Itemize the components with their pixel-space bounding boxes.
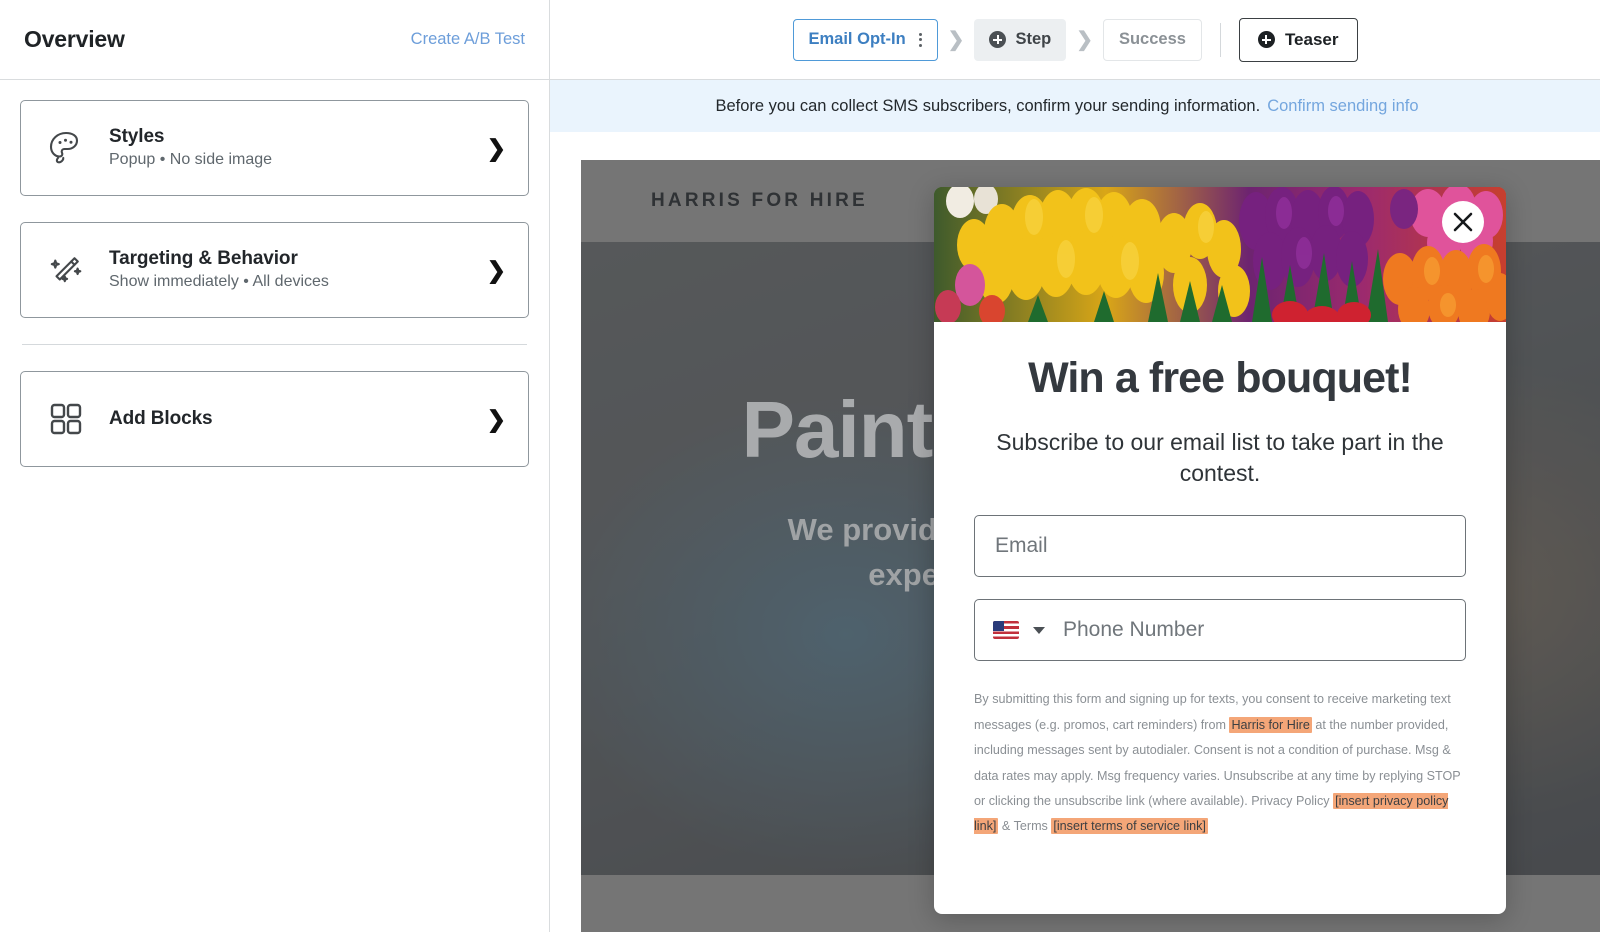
- popup-subheading: Subscribe to our email list to take part…: [996, 429, 1444, 486]
- overview-sidebar: Overview Create A/B Test Styles Popup • …: [0, 0, 550, 932]
- step-success-label: Success: [1118, 30, 1186, 48]
- email-placeholder: Email: [995, 534, 1048, 558]
- sidebar-item-styles[interactable]: Styles Popup • No side image ❯: [20, 100, 529, 196]
- step-list: Email Opt-In ❯ Step ❯ Success Teaser: [792, 17, 1358, 62]
- phone-field[interactable]: Phone Number: [974, 599, 1466, 662]
- step-success[interactable]: Success: [1102, 18, 1202, 61]
- sms-confirm-banner: Before you can collect SMS subscribers, …: [550, 80, 1600, 132]
- chevron-right-icon: ❯: [486, 134, 506, 161]
- add-blocks-card-title: Add Blocks: [109, 408, 213, 430]
- step-email-opt-in[interactable]: Email Opt-In: [792, 18, 938, 61]
- step-add-step-label: Step: [1015, 30, 1052, 48]
- targeting-card-subtitle: Show immediately • All devices: [109, 273, 329, 291]
- chevron-right-icon: ❯: [486, 256, 506, 283]
- styles-card-title: Styles: [109, 125, 165, 147]
- editor-main: Email Opt-In ❯ Step ❯ Success Teaser Bef…: [550, 0, 1600, 932]
- blocks-grid-icon: [39, 398, 93, 440]
- teaser-button-label: Teaser: [1284, 29, 1339, 49]
- sidebar-divider: [22, 344, 527, 345]
- kebab-menu-icon[interactable]: [915, 32, 922, 47]
- close-icon[interactable]: [1442, 201, 1484, 243]
- tulips-photo: [934, 187, 1506, 322]
- signup-popup: Win a free bouquet! Subscribe to our ema…: [934, 187, 1506, 914]
- sidebar-item-add-blocks[interactable]: Add Blocks ❯: [20, 371, 529, 467]
- popup-heading: Win a free bouquet!: [1028, 354, 1413, 402]
- popup-content: Win a free bouquet! Subscribe to our ema…: [934, 322, 1506, 850]
- preview-canvas: HARRIS FOR HIRE Paint your passion We pr…: [550, 132, 1600, 932]
- targeting-card-title: Targeting & Behavior: [109, 247, 298, 269]
- us-flag-icon: [993, 621, 1019, 640]
- popup-header-image: [934, 187, 1506, 322]
- magic-wand-icon: [39, 248, 93, 292]
- step-add-step[interactable]: Step: [974, 18, 1067, 61]
- create-ab-test-link[interactable]: Create A/B Test: [411, 30, 525, 49]
- site-brand-logo: HARRIS FOR HIRE: [651, 190, 868, 211]
- chevron-down-icon[interactable]: [1033, 626, 1045, 634]
- consent-part-3: & Terms: [998, 819, 1052, 834]
- confirm-sending-info-link[interactable]: Confirm sending info: [1267, 97, 1418, 116]
- page-title: Overview: [24, 26, 125, 52]
- add-teaser-button[interactable]: Teaser: [1238, 17, 1358, 62]
- merge-tag-terms-of-service[interactable]: [insert terms of service link]: [1051, 818, 1208, 835]
- styles-card-subtitle: Popup • No side image: [109, 151, 273, 169]
- phone-placeholder: Phone Number: [1063, 618, 1205, 642]
- chevron-right-icon: ❯: [486, 405, 506, 432]
- chevron-right-icon: ❯: [947, 29, 965, 51]
- plus-circle-icon: [989, 31, 1007, 48]
- toolbar-divider: [1219, 22, 1221, 57]
- popup-editor-app: Overview Create A/B Test Styles Popup • …: [0, 0, 1600, 932]
- targeting-card-text: Targeting & Behavior Show immediately • …: [93, 247, 477, 294]
- merge-tag-brand[interactable]: Harris for Hire: [1229, 716, 1312, 733]
- palette-icon: [39, 126, 93, 170]
- sidebar-header: Overview Create A/B Test: [0, 0, 549, 80]
- sidebar-cards: Styles Popup • No side image ❯ Targeting…: [0, 80, 549, 467]
- sms-banner-message: Before you can collect SMS subscribers, …: [715, 96, 1261, 115]
- step-email-opt-in-label: Email Opt-In: [808, 30, 906, 48]
- website-preview: HARRIS FOR HIRE Paint your passion We pr…: [581, 160, 1600, 932]
- consent-disclaimer: By submitting this form and signing up f…: [974, 687, 1466, 850]
- plus-circle-icon: [1257, 31, 1275, 48]
- add-blocks-card-text: Add Blocks: [93, 407, 477, 431]
- chevron-right-icon: ❯: [1076, 29, 1093, 51]
- sidebar-item-targeting-behavior[interactable]: Targeting & Behavior Show immediately • …: [20, 222, 529, 318]
- email-field[interactable]: Email: [974, 515, 1466, 578]
- styles-card-text: Styles Popup • No side image: [93, 125, 477, 172]
- step-navigation-bar: Email Opt-In ❯ Step ❯ Success Teaser: [550, 0, 1600, 80]
